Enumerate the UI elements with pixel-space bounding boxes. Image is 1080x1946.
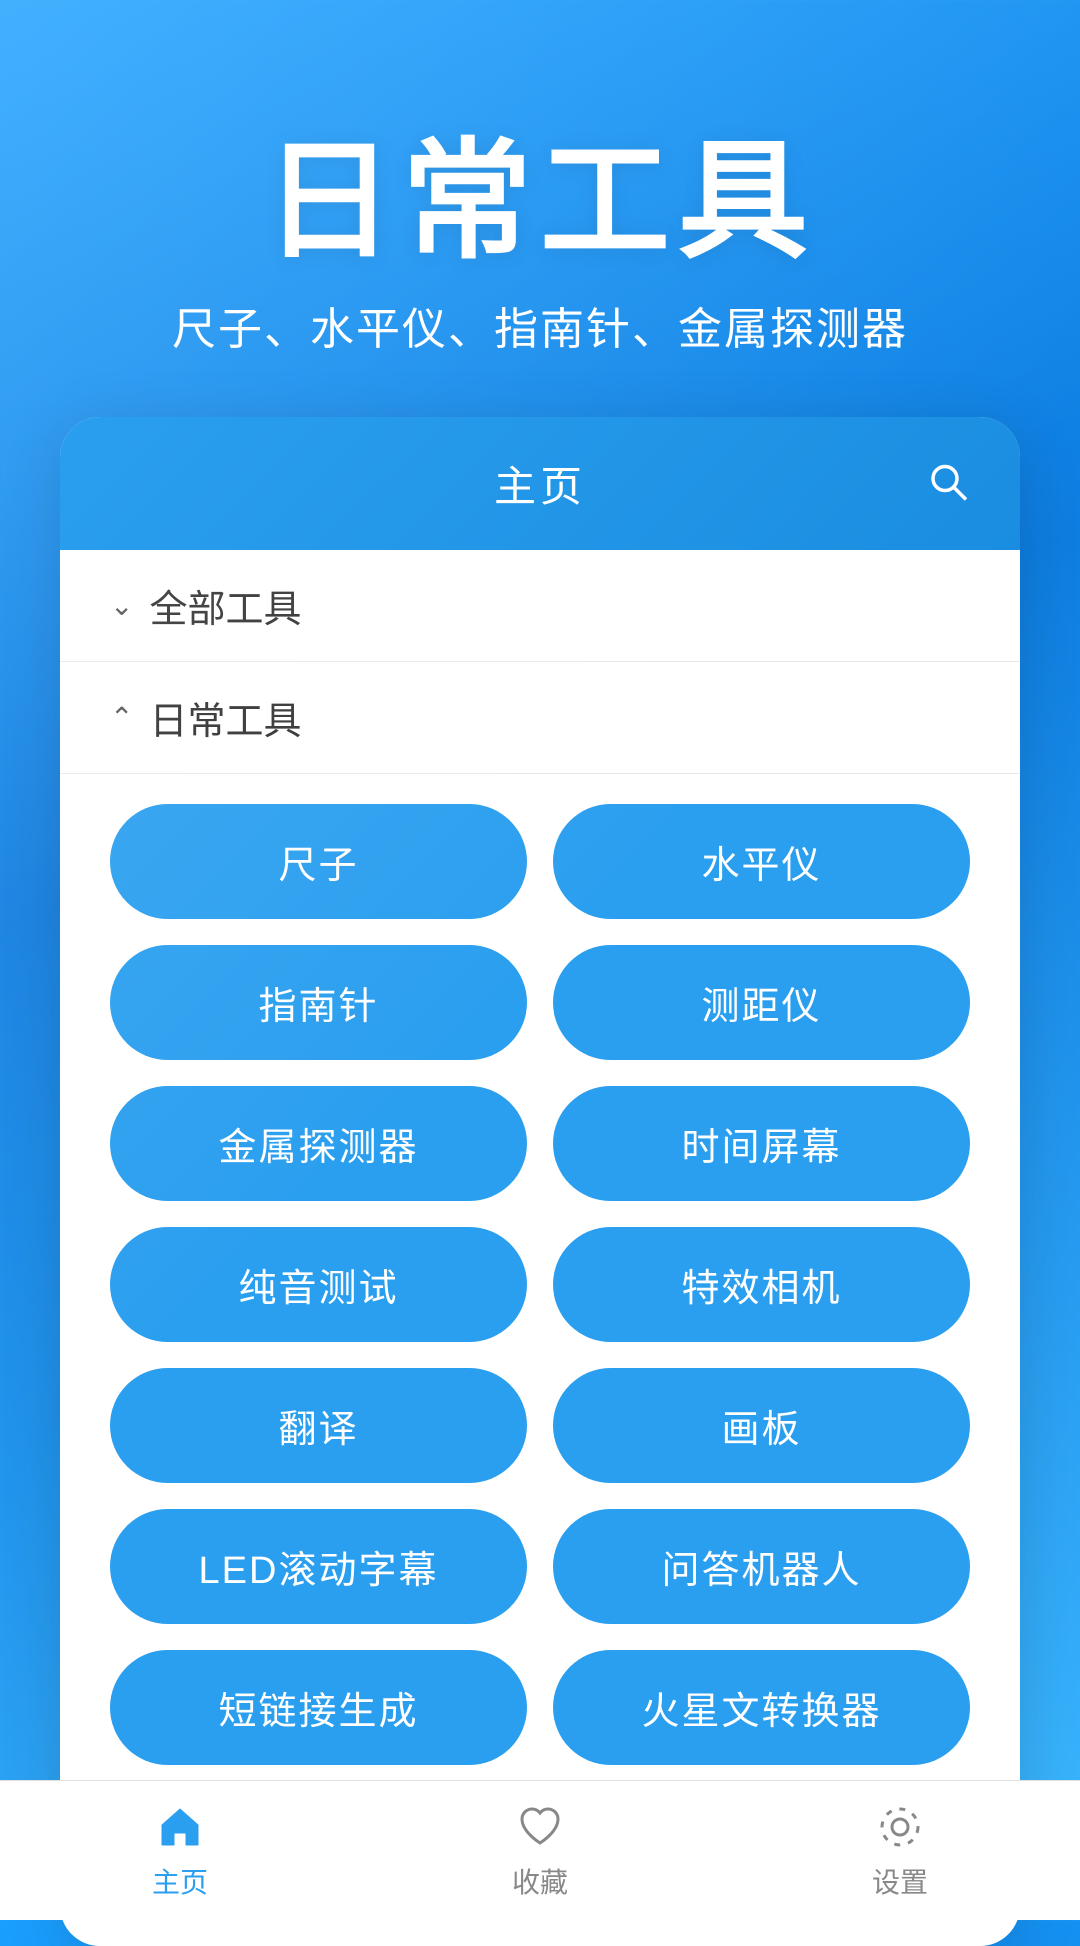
heart-icon — [514, 1801, 566, 1853]
tool-button-4[interactable]: 金属探测器 — [110, 1086, 527, 1201]
tool-label-11: 问答机器人 — [661, 1550, 861, 1592]
card-header: 主页 — [60, 417, 1020, 550]
category-all-tools-label: 全部工具 — [149, 578, 301, 633]
tool-label-7: 特效相机 — [681, 1268, 841, 1310]
category-all-tools[interactable]: ⌄ 全部工具 — [60, 550, 1020, 662]
tool-button-8[interactable]: 翻译 — [110, 1368, 527, 1483]
tools-grid: 尺子 水平仪指南针 测距仪金属探测器 时间屏幕纯音测试 特效相机翻译 画板 LED滚动字幕 问… — [60, 774, 1020, 1946]
card-title: 主页 — [494, 453, 586, 514]
nav-home[interactable]: 主页 — [152, 1801, 208, 1901]
tool-button-3[interactable]: 测距仪 — [553, 945, 970, 1060]
category-daily-tools[interactable]: ⌃ 日常工具 — [60, 662, 1020, 774]
category-daily-tools-label: 日常工具 — [149, 690, 301, 745]
tool-label-6: 纯音测试 — [238, 1268, 398, 1310]
tool-button-5[interactable]: 时间屏幕 — [553, 1086, 970, 1201]
tool-button-11[interactable]: 问答机器人 — [553, 1509, 970, 1624]
tool-button-6[interactable]: 纯音测试 — [110, 1227, 527, 1342]
tool-label-1: 水平仪 — [701, 845, 821, 887]
nav-home-label: 主页 — [152, 1861, 208, 1901]
sub-title: 尺子、水平仪、指南针、金属探测器 — [0, 293, 1080, 357]
chevron-up-icon: ⌃ — [110, 701, 133, 734]
chevron-down-icon: ⌄ — [110, 589, 133, 622]
tool-label-10: LED滚动字幕 — [199, 1550, 439, 1592]
home-icon — [154, 1801, 206, 1853]
nav-favorites[interactable]: 收藏 — [512, 1801, 568, 1901]
tool-button-1[interactable]: 水平仪 — [553, 804, 970, 919]
search-button[interactable] — [926, 459, 970, 508]
header-section: 日常工具 尺子、水平仪、指南针、金属探测器 — [0, 0, 1080, 417]
tool-label-8: 翻译 — [278, 1409, 358, 1451]
tool-button-2[interactable]: 指南针 — [110, 945, 527, 1060]
tool-button-0[interactable]: 尺子 — [110, 804, 527, 919]
main-title: 日常工具 — [0, 130, 1080, 273]
tool-button-7[interactable]: 特效相机 — [553, 1227, 970, 1342]
nav-settings[interactable]: 设置 — [872, 1801, 928, 1901]
tool-label-0: 尺子 — [278, 845, 358, 887]
nav-favorites-label: 收藏 — [512, 1861, 568, 1901]
tool-label-9: 画板 — [721, 1409, 801, 1451]
tool-label-3: 测距仪 — [701, 986, 821, 1028]
tool-label-13: 火星文转换器 — [641, 1691, 881, 1733]
tool-button-12[interactable]: 短链接生成 — [110, 1650, 527, 1765]
tool-label-12: 短链接生成 — [218, 1691, 418, 1733]
tool-label-4: 金属探测器 — [218, 1127, 418, 1169]
tool-button-13[interactable]: 火星文转换器 — [553, 1650, 970, 1765]
settings-icon — [874, 1801, 926, 1853]
main-card: 主页 ⌄ 全部工具 ⌃ 日常工具 尺子 水平仪指南针 测距仪金属探测器 时间屏幕纯音测… — [60, 417, 1020, 1946]
tool-label-2: 指南针 — [258, 986, 378, 1028]
nav-settings-label: 设置 — [872, 1861, 928, 1901]
tool-button-9[interactable]: 画板 — [553, 1368, 970, 1483]
search-icon — [926, 459, 970, 503]
tool-button-10[interactable]: LED滚动字幕 — [110, 1509, 527, 1624]
bottom-nav: 主页 收藏 设置 — [0, 1780, 1080, 1920]
tool-label-5: 时间屏幕 — [681, 1127, 841, 1169]
